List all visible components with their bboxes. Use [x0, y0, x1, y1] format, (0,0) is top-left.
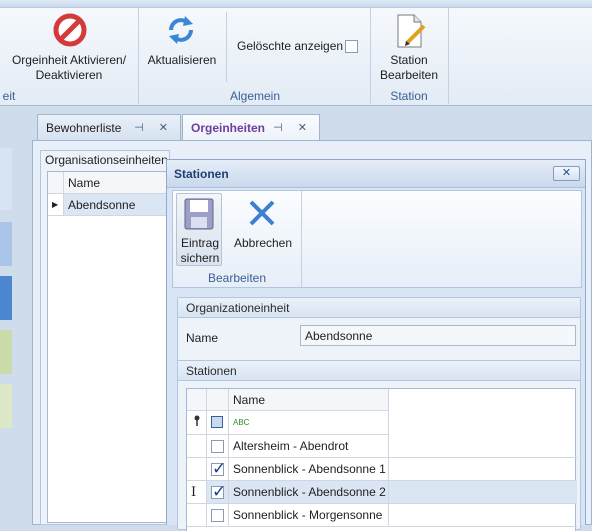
column-header-name[interactable]: Name: [229, 389, 389, 411]
row-checkbox[interactable]: ✓: [211, 482, 226, 501]
name-field[interactable]: Abendsonne: [300, 325, 576, 346]
show-deleted-checkbox[interactable]: [345, 40, 358, 53]
tab-label: Bewohnerliste: [46, 121, 122, 135]
org-units-title: Organisationseinheiten: [45, 153, 168, 167]
checkbox-cell[interactable]: [207, 435, 229, 458]
cancel-label: Abbrechen: [233, 236, 293, 250]
save-entry-button[interactable]: Eintrag sichern: [176, 193, 222, 266]
refresh-button[interactable]: Aktualisieren: [143, 10, 221, 72]
group-label-3: Station: [390, 89, 428, 103]
checkmark-icon: ✓: [212, 459, 227, 478]
stations-grid[interactable]: Name ABC Altersheim - Abendrot ✓ Sonnenbli…: [186, 388, 577, 531]
nav-strip-item[interactable]: [0, 276, 12, 320]
stations-group: Stationen Name ABC Altersheim - Abendrot…: [177, 360, 581, 531]
select-all-checkbox[interactable]: [211, 416, 223, 428]
ribbon-separator: [138, 8, 139, 104]
nav-strip-item[interactable]: [0, 222, 12, 266]
row-checkbox[interactable]: [211, 509, 224, 522]
refresh-label: Aktualisieren: [147, 53, 217, 67]
show-deleted-toggle[interactable]: Gelöschte anzeigen: [237, 39, 358, 55]
edit-document-icon: [397, 14, 426, 48]
table-row[interactable]: Abendsonne: [64, 194, 172, 216]
filter-checkbox-cell[interactable]: [207, 411, 229, 435]
row-header-cell: [187, 504, 207, 527]
text-filter-icon: ABC: [233, 418, 250, 427]
activate-label: Orgeinheit Aktivieren/ Deaktivieren: [11, 53, 127, 82]
empty-cell: [389, 504, 577, 527]
checkbox-cell[interactable]: ✓: [207, 481, 229, 504]
nav-strip-item[interactable]: [0, 148, 12, 210]
dialog-titlebar: Stationen ✕: [167, 160, 585, 188]
column-header-name[interactable]: Name: [64, 172, 172, 194]
name-label: Name: [186, 331, 219, 345]
filter-cell[interactable]: ABC: [229, 411, 389, 435]
edit-station-label: Station Bearbeiten: [379, 53, 439, 82]
tab-label: Orgeinheiten: [191, 121, 266, 135]
dialog-toolbar: Eintrag sichern Abbrechen Bearbeiten: [172, 190, 582, 288]
checkbox-cell[interactable]: [207, 504, 229, 527]
tab-bewohnerliste[interactable]: Bewohnerliste ⊣ ✕: [37, 114, 181, 140]
toolbar-separator: [301, 191, 302, 287]
row-header-cell: I: [187, 481, 207, 504]
checkbox-cell[interactable]: ✓: [207, 458, 229, 481]
row-checkbox[interactable]: ✓: [211, 459, 226, 478]
row-indicator-icon: ▶: [48, 194, 64, 216]
cancel-button[interactable]: Abbrechen: [228, 193, 298, 253]
cancel-x-icon: [249, 200, 275, 226]
row-header-cell: [187, 389, 207, 411]
filter-row-icon: [187, 411, 207, 435]
org-unit-group: Organizationeinheit Name Abendsonne: [177, 297, 581, 363]
table-row[interactable]: Altersheim - Abendrot: [229, 435, 389, 458]
stations-dialog: Stationen ✕ Eintrag sichern Abbrechen Be…: [166, 159, 586, 531]
row-header-cell: [187, 458, 207, 481]
refresh-icon: [169, 16, 193, 44]
row-checkbox[interactable]: [211, 440, 224, 453]
checkmark-icon: ✓: [212, 482, 227, 501]
ribbon-separator: [448, 8, 449, 104]
activate-deactivate-button[interactable]: Orgeinheit Aktivieren/ Deaktivieren: [0, 10, 138, 88]
checkbox-column-header: [207, 389, 229, 411]
floppy-disk-icon: [184, 198, 214, 230]
tab-pin-close-icons[interactable]: ⊣ ✕: [273, 121, 313, 134]
ribbon-separator: [226, 12, 227, 82]
pin-icon: [194, 415, 200, 426]
empty-cell: [389, 481, 577, 504]
ribbon-top-bar: [0, 0, 592, 8]
dialog-title: Stationen: [174, 167, 229, 181]
table-row[interactable]: Sonnenblick - Abendsonne 2: [229, 481, 389, 504]
empty-cell: [389, 458, 577, 481]
stations-group-title: Stationen: [178, 361, 580, 381]
text-cursor-icon: I: [191, 485, 197, 500]
tab-pin-close-icons[interactable]: ⊣ ✕: [134, 121, 174, 134]
nav-strip-item[interactable]: [0, 384, 12, 428]
prohibit-icon: [53, 13, 87, 47]
ribbon-separator: [370, 8, 371, 104]
table-row[interactable]: Sonnenblick - Morgensonne: [229, 504, 389, 527]
tab-orgeinheiten[interactable]: Orgeinheiten ⊣ ✕: [182, 114, 320, 140]
group-label-2: Algemein: [229, 89, 281, 103]
close-icon[interactable]: ✕: [553, 166, 580, 181]
row-header-cell: [48, 172, 64, 194]
group-label-1: eit: [2, 89, 16, 103]
edit-station-button[interactable]: Station Bearbeiten: [374, 10, 444, 84]
org-units-panel: Organisationseinheiten Name ▶ Abendsonne: [40, 150, 172, 525]
save-entry-label: Eintrag sichern: [180, 236, 220, 265]
empty-cell: [389, 435, 577, 458]
nav-strip-item[interactable]: [0, 330, 12, 374]
row-header-cell: [187, 435, 207, 458]
toolbar-group-label: Bearbeiten: [207, 271, 267, 285]
table-row[interactable]: Sonnenblick - Abendsonne 1: [229, 458, 389, 481]
show-deleted-label: Gelöschte anzeigen: [237, 39, 344, 53]
org-unit-group-title: Organizationeinheit: [178, 298, 580, 318]
org-units-grid[interactable]: Name ▶ Abendsonne: [47, 171, 172, 523]
